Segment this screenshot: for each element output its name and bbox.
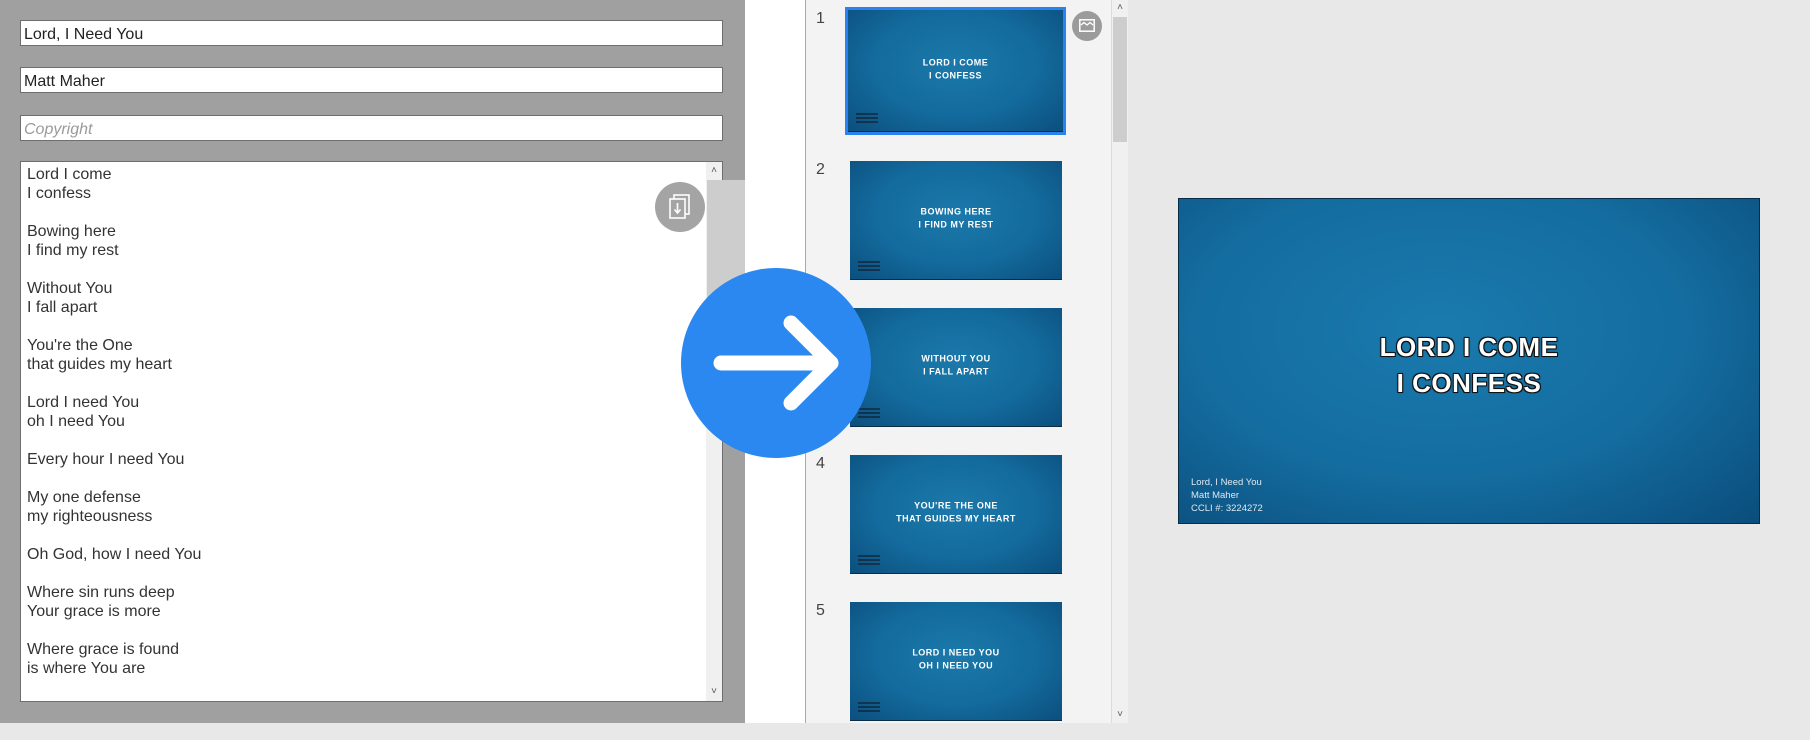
lyrics-line: Every hour I need You (27, 451, 185, 468)
chevron-down-icon[interactable]: ˅ (1112, 707, 1128, 723)
slide-line: OH I NEED YOU (918, 660, 994, 671)
lyrics-line: Bowing here (27, 223, 116, 240)
song-artist-input[interactable] (20, 67, 723, 93)
lyrics-text: Lord I come I confess Bowing here I find my… (27, 165, 201, 697)
lyrics-line: Where grace is found (27, 641, 180, 658)
lyrics-line: is where You are (27, 660, 146, 677)
slide-thumbnail[interactable]: WITHOUT YOU I FALL APART (850, 308, 1062, 427)
preview-line: I CONFESS (1396, 368, 1542, 398)
chevron-down-icon[interactable]: ˅ (706, 684, 722, 700)
preview-footer-title: Lord, I Need You (1191, 477, 1262, 488)
slide-lyrics: BOWING HERE I FIND MY REST (850, 206, 1062, 232)
lyrics-stanza: Every hour I need You (27, 450, 201, 469)
lyrics-line: that guides my heart (27, 356, 172, 373)
lyrics-stanza: Bowing here I find my rest (27, 222, 201, 260)
slide-line: WITHOUT YOU (921, 353, 991, 364)
slide-thumbnail[interactable]: LORD I COME I CONFESS (845, 7, 1066, 135)
slide-footer (858, 700, 880, 712)
lyrics-line: Lord I need You (27, 394, 140, 411)
slide-thumbnail[interactable]: LORD I NEED YOU OH I NEED YOU (850, 602, 1062, 721)
slide-item[interactable]: 4 YOU'RE THE ONE THAT GUIDES MY HEART (806, 453, 1111, 593)
slide-lyrics: YOU'RE THE ONE THAT GUIDES MY HEART (850, 500, 1062, 526)
lyrics-stanza: You're the One that guides my heart (27, 336, 201, 374)
slide-number: 1 (816, 10, 825, 27)
slide-item[interactable]: 5 LORD I NEED YOU OH I NEED YOU (806, 600, 1111, 740)
chevron-up-icon[interactable]: ˄ (706, 163, 722, 179)
slide-line: LORD I COME (922, 57, 989, 68)
lyrics-line: I fall apart (27, 299, 98, 316)
slide-lyrics: LORD I COME I CONFESS (848, 56, 1063, 82)
preview-footer-artist: Matt Maher (1191, 490, 1240, 501)
song-editor-panel: Lord I come I confess Bowing here I find my… (0, 0, 919, 723)
lyrics-line: my righteousness (27, 508, 153, 525)
preview-slide: LORD I COME I CONFESS Lord, I Need You M… (1178, 198, 1760, 524)
slide-lyrics: LORD I NEED YOU OH I NEED YOU (850, 647, 1062, 673)
arrow-right-icon (713, 315, 839, 411)
lyrics-line: I confess (27, 185, 92, 202)
image-icon (1079, 19, 1095, 32)
slide-line: I FALL APART (923, 366, 989, 377)
song-copyright-input[interactable] (20, 115, 723, 141)
lyrics-line: Where sin runs deep (27, 584, 175, 601)
change-background-button[interactable] (1072, 11, 1102, 41)
lyrics-stanza: Lord I need You oh I need You (27, 393, 201, 431)
slide-lyrics: WITHOUT YOU I FALL APART (850, 353, 1062, 379)
preview-footer-ccli: CCLI #: 3224272 (1191, 503, 1263, 514)
chevron-up-icon[interactable]: ˄ (1112, 0, 1128, 16)
lyrics-line: Lord I come (27, 166, 112, 183)
lyrics-stanza: Without You I fall apart (27, 279, 201, 317)
slide-number: 5 (816, 602, 825, 619)
lyrics-line: I find my rest (27, 242, 119, 259)
lyrics-stanza: My one defense my righteousness (27, 488, 201, 526)
slide-list-scrollbar-thumb[interactable] (1113, 17, 1127, 142)
slide-line: I CONFESS (928, 70, 982, 81)
slide-line: I FIND MY REST (918, 219, 994, 230)
lyrics-line: You're the One (27, 337, 133, 354)
slide-thumbnail[interactable]: YOU'RE THE ONE THAT GUIDES MY HEART (850, 455, 1062, 574)
slide-line: YOU'RE THE ONE (914, 500, 998, 511)
lyrics-textarea[interactable]: Lord I come I confess Bowing here I find my… (20, 161, 919, 702)
preview-line: LORD I COME (1379, 332, 1559, 362)
copy-down-icon (669, 194, 690, 219)
slide-list-scrollbar[interactable]: ˄ ˅ (1112, 0, 1128, 723)
lyrics-line: Your grace is more (27, 603, 161, 620)
convert-button[interactable] (681, 268, 871, 458)
slide-number: 2 (816, 161, 825, 178)
lyrics-stanza: Where grace is found is where You are (27, 640, 201, 678)
copy-to-slides-button[interactable] (655, 182, 705, 232)
lyrics-line: My one defense (27, 489, 141, 506)
slide-line: THAT GUIDES MY HEART (896, 513, 1016, 524)
slide-footer (858, 553, 880, 565)
song-title-input[interactable] (20, 20, 723, 46)
lyrics-stanza: Where sin runs deep Your grace is more (27, 583, 201, 621)
slide-footer (856, 111, 878, 123)
lyrics-line: Without You (27, 280, 113, 297)
lyrics-line: oh I need You (27, 413, 125, 430)
lyrics-stanza: Lord I come I confess (27, 165, 201, 203)
lyrics-line: Oh God, how I need You (27, 546, 202, 563)
slide-line: BOWING HERE (920, 206, 992, 217)
preview-lyrics: LORD I COME I CONFESS (1179, 329, 1759, 401)
lyrics-stanza: Oh God, how I need You (27, 545, 201, 564)
slide-thumbnail[interactable]: BOWING HERE I FIND MY REST (850, 161, 1062, 280)
preview-panel: LORD I COME I CONFESS Lord, I Need You M… (1129, 0, 1810, 723)
slide-line: LORD I NEED YOU (912, 647, 1000, 658)
slide-item[interactable]: 1 LORD I COME I CONFESS (806, 7, 1111, 148)
preview-footer: Lord, I Need You Matt Maher CCLI #: 3224… (1191, 476, 1263, 515)
